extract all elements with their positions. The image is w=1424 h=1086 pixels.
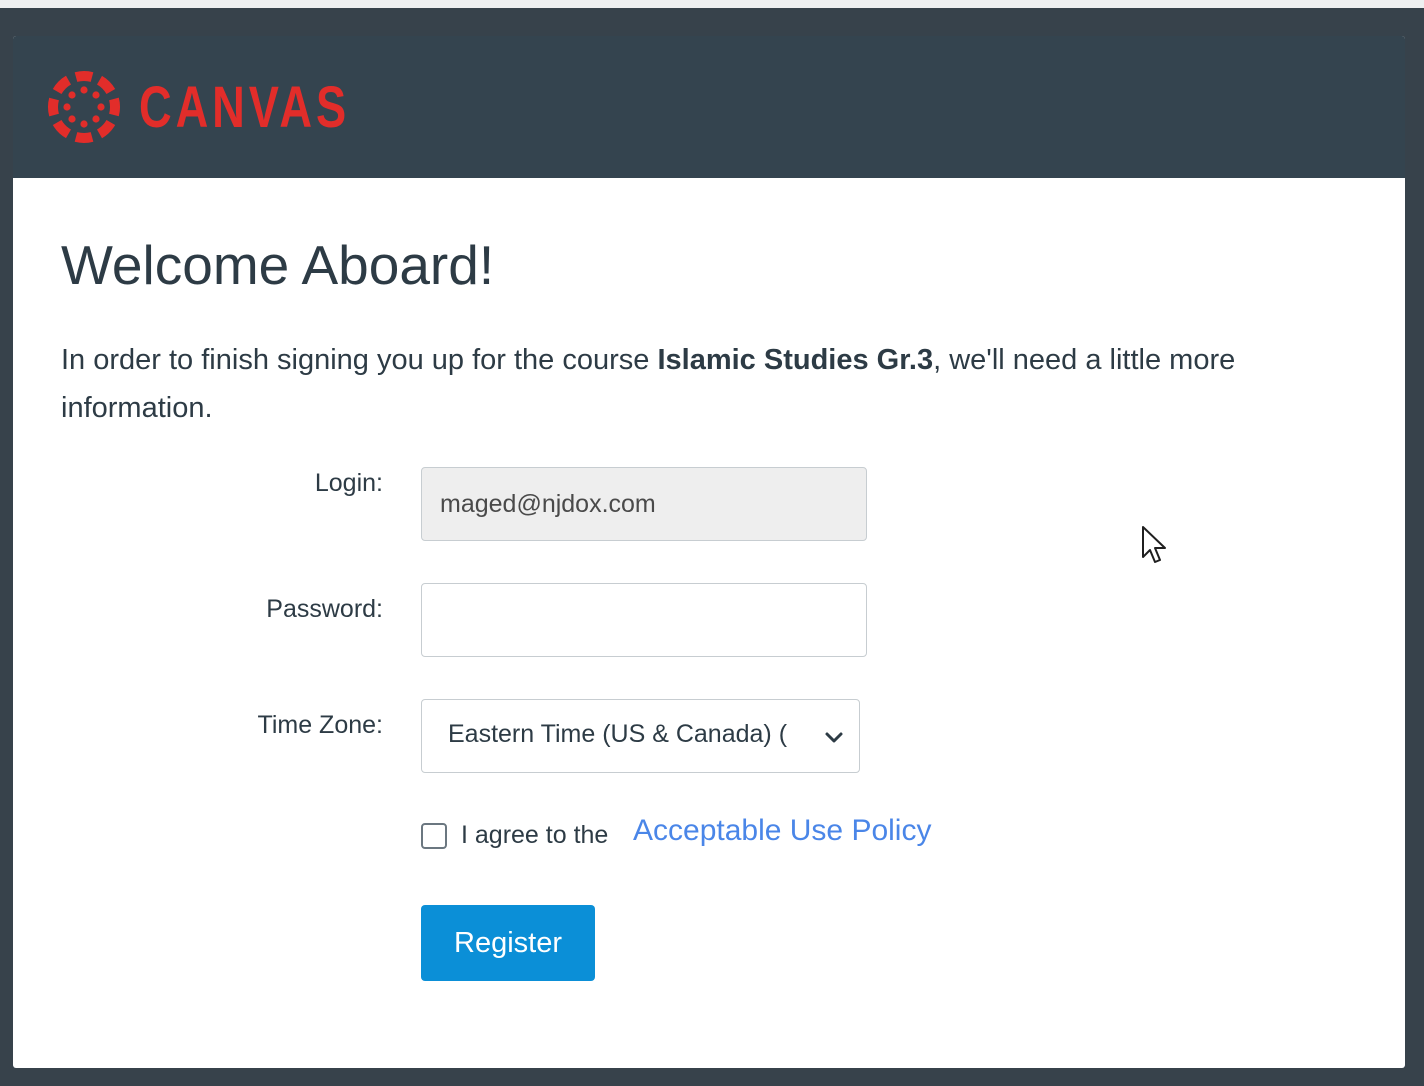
course-name: Islamic Studies Gr.3 bbox=[657, 344, 934, 376]
registration-dialog: CANVAS Welcome Aboard! In order to finis… bbox=[13, 36, 1405, 1068]
top-strip bbox=[0, 0, 1424, 8]
page-title: Welcome Aboard! bbox=[61, 234, 495, 296]
intro-text: In order to finish signing you up for th… bbox=[61, 336, 1371, 432]
acceptable-use-policy-link[interactable]: Acceptable Use Policy bbox=[633, 810, 931, 852]
header-bar: CANVAS bbox=[13, 36, 1405, 178]
brand-wordmark: CANVAS bbox=[139, 75, 351, 140]
timezone-select[interactable]: Eastern Time (US & Canada) ( bbox=[421, 699, 860, 773]
mouse-pointer-icon bbox=[1142, 526, 1166, 563]
login-label: Login: bbox=[314, 469, 383, 497]
timezone-selected-value: Eastern Time (US & Canada) ( bbox=[448, 720, 788, 748]
password-label: Password: bbox=[266, 595, 383, 623]
register-button[interactable]: Register bbox=[421, 905, 595, 981]
timezone-label: Time Zone: bbox=[257, 711, 383, 739]
canvas-logo-icon bbox=[47, 70, 121, 144]
chevron-down-icon bbox=[825, 732, 843, 743]
password-field[interactable] bbox=[421, 583, 867, 657]
intro-text-start: In order to finish signing you up for th… bbox=[61, 344, 658, 376]
agree-label: I agree to the bbox=[461, 821, 609, 849]
login-field[interactable] bbox=[421, 467, 867, 541]
agree-checkbox[interactable] bbox=[421, 823, 447, 849]
window-frame: CANVAS Welcome Aboard! In order to finis… bbox=[0, 0, 1424, 1086]
